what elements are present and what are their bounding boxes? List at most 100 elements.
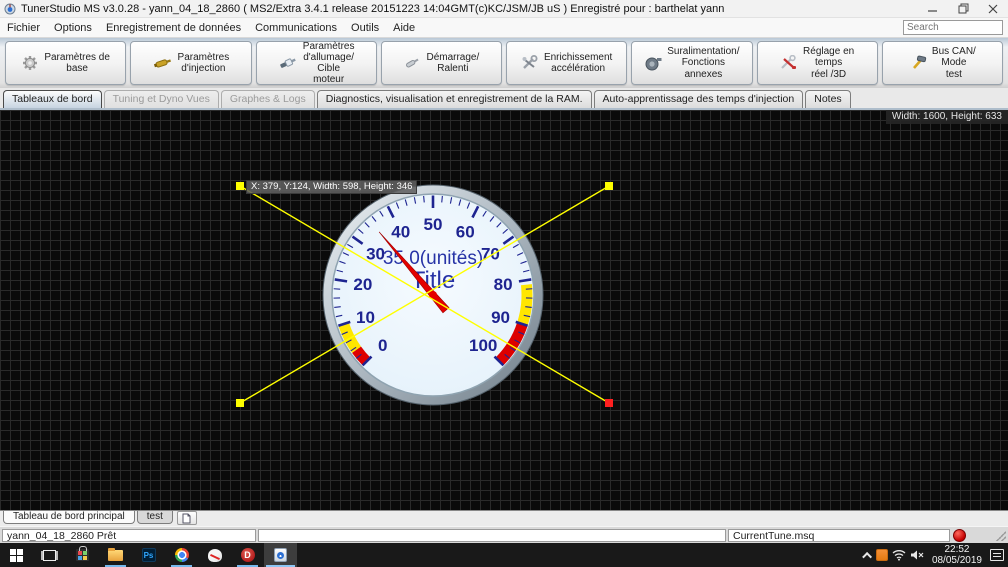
progress-bar xyxy=(258,529,726,542)
toolbar-button-label: Réglage en temps réel /3D xyxy=(803,46,854,80)
dashboard-canvas[interactable]: Width: 1600, Height: 633 X: 379, Y:124, … xyxy=(0,110,1008,510)
svg-text:80: 80 xyxy=(494,275,513,294)
starter-icon xyxy=(403,55,421,71)
tunerstudio-window: TunerStudio MS v3.0.28 - yann_04_18_2860… xyxy=(0,0,1008,567)
svg-text:90: 90 xyxy=(491,308,510,327)
d-app-button[interactable]: D xyxy=(231,543,264,567)
accel-enrichment-button[interactable]: Enrichissement accélération xyxy=(506,41,627,85)
svg-text:35.0(unités): 35.0(unités) xyxy=(383,248,483,269)
project-status: yann_04_18_2860 Prêt xyxy=(2,529,256,542)
menu-fichier[interactable]: Fichier xyxy=(0,20,47,36)
wifi-icon[interactable] xyxy=(892,549,906,561)
main-tab-strip: Tableaux de bord Tuning et Dyno Vues Gra… xyxy=(0,88,1008,110)
can-test-button[interactable]: Bus CAN/ Mode test xyxy=(882,41,1003,85)
injection-settings-button[interactable]: Paramètres d'injection xyxy=(130,41,251,85)
main-toolbar: Paramètres de base Paramètres d'injectio… xyxy=(0,38,1008,88)
window-title: TunerStudio MS v3.0.28 - yann_04_18_2860… xyxy=(21,3,918,15)
svg-text:60: 60 xyxy=(456,223,475,242)
toolbar-button-label: Paramètres de base xyxy=(44,52,110,74)
hammer-icon xyxy=(909,55,927,71)
selection-handle[interactable] xyxy=(236,399,244,407)
new-page-icon xyxy=(182,513,191,524)
base-settings-button[interactable]: Paramètres de base xyxy=(5,41,126,85)
realtime-tuning-button[interactable]: Réglage en temps réel /3D xyxy=(757,41,878,85)
selection-handle[interactable] xyxy=(236,182,244,190)
boost-aux-button[interactable]: Suralimentation/ Fonctions annexes xyxy=(631,41,752,85)
start-button[interactable] xyxy=(0,543,33,567)
menu-communications[interactable]: Communications xyxy=(248,20,344,36)
app7-button[interactable] xyxy=(198,543,231,567)
resize-grip[interactable] xyxy=(996,531,1006,541)
current-tune-file: CurrentTune.msq xyxy=(728,529,950,542)
turbo-icon xyxy=(644,55,662,71)
startup-idle-button[interactable]: Démarrage/ Ralenti xyxy=(381,41,502,85)
dashboard-tab-strip: Tableau de bord principal test xyxy=(0,510,1008,526)
new-dashboard-button[interactable] xyxy=(177,511,197,525)
menu-aide[interactable]: Aide xyxy=(386,20,422,36)
tray-clock[interactable]: 22:52 08/05/2019 xyxy=(928,544,986,567)
dashboard-tab-principal[interactable]: Tableau de bord principal xyxy=(3,511,135,524)
photoshop-icon: Ps xyxy=(142,548,156,562)
restore-button[interactable] xyxy=(948,0,978,18)
svg-text:10: 10 xyxy=(356,308,375,327)
folder-icon xyxy=(108,550,123,561)
tray-expand-icon[interactable] xyxy=(862,551,872,561)
toolbar-button-label: Paramètres d'injection xyxy=(178,52,230,74)
ignition-settings-button[interactable]: Paramètres d'allumage/ Cible moteur xyxy=(256,41,377,85)
toolbar-button-label: Suralimentation/ Fonctions annexes xyxy=(667,46,739,80)
tuning-icon xyxy=(780,55,798,71)
file-explorer-button[interactable] xyxy=(99,543,132,567)
chrome-button[interactable] xyxy=(165,543,198,567)
volume-muted-icon[interactable] xyxy=(910,549,924,561)
task-view-button[interactable] xyxy=(33,543,66,567)
round-gauge[interactable]: 010203040506070809010035.0(unités)Title xyxy=(323,185,543,405)
svg-text:20: 20 xyxy=(353,275,372,294)
tab-tuning-dyno: Tuning et Dyno Vues xyxy=(104,90,219,108)
dashboard-tab-test[interactable]: test xyxy=(137,511,173,524)
toolbar-button-label: Paramètres d'allumage/ Cible moteur xyxy=(303,41,355,86)
svg-text:100: 100 xyxy=(469,336,497,355)
selection-tooltip: X: 379, Y:124, Width: 598, Height: 346 xyxy=(246,180,417,194)
dashboard-size-label: Width: 1600, Height: 633 xyxy=(886,110,1008,124)
tray-time: 22:52 xyxy=(932,544,982,556)
menu-options[interactable]: Options xyxy=(47,20,99,36)
title-bar: TunerStudio MS v3.0.28 - yann_04_18_2860… xyxy=(0,0,1008,18)
menu-bar: Fichier Options Enregistrement de donnée… xyxy=(0,18,1008,38)
tray-app-icon[interactable] xyxy=(876,549,888,561)
close-button[interactable] xyxy=(978,0,1008,18)
tab-graphes-logs: Graphes & Logs xyxy=(221,90,315,108)
tunerstudio-taskbar-button[interactable] xyxy=(264,543,297,567)
status-bar: yann_04_18_2860 Prêt CurrentTune.msq xyxy=(0,526,1008,543)
connection-status-icon[interactable] xyxy=(953,529,966,542)
toolbar-button-label: Enrichissement accélération xyxy=(544,52,612,74)
svg-text:50: 50 xyxy=(424,215,443,234)
menu-outils[interactable]: Outils xyxy=(344,20,386,36)
chrome-icon xyxy=(175,548,189,562)
search-input[interactable] xyxy=(903,20,1003,35)
selection-handle[interactable] xyxy=(605,399,613,407)
gauge-and-selection-layer[interactable]: 010203040506070809010035.0(unités)Title xyxy=(0,110,1008,510)
windows-taskbar: Ps D 22:52 08/05/2019 xyxy=(0,543,1008,567)
gear-icon xyxy=(21,54,39,72)
menu-enregistrement[interactable]: Enregistrement de données xyxy=(99,20,248,36)
tab-auto-apprentissage[interactable]: Auto-apprentissage des temps d'injection xyxy=(594,90,804,108)
photoshop-button[interactable]: Ps xyxy=(132,543,165,567)
store-icon xyxy=(76,549,89,561)
toolbar-button-label: Bus CAN/ Mode test xyxy=(932,46,976,80)
injector-icon xyxy=(153,55,173,71)
tools-icon xyxy=(521,55,539,71)
store-button[interactable] xyxy=(66,543,99,567)
windows-logo-icon xyxy=(10,549,23,562)
minimize-button[interactable] xyxy=(918,0,948,18)
tab-notes[interactable]: Notes xyxy=(805,90,850,108)
action-center-icon[interactable] xyxy=(990,549,1004,561)
selection-handle[interactable] xyxy=(605,182,613,190)
tab-tableaux-de-bord[interactable]: Tableaux de bord xyxy=(3,90,102,108)
task-view-icon xyxy=(43,550,56,561)
tunerstudio-icon xyxy=(274,548,287,562)
tab-diagnostics[interactable]: Diagnostics, visualisation et enregistre… xyxy=(317,90,592,108)
toolbar-button-label: Démarrage/ Ralenti xyxy=(426,52,479,74)
system-tray: 22:52 08/05/2019 xyxy=(865,544,1008,567)
svg-text:40: 40 xyxy=(391,223,410,242)
app7-icon xyxy=(208,549,222,562)
